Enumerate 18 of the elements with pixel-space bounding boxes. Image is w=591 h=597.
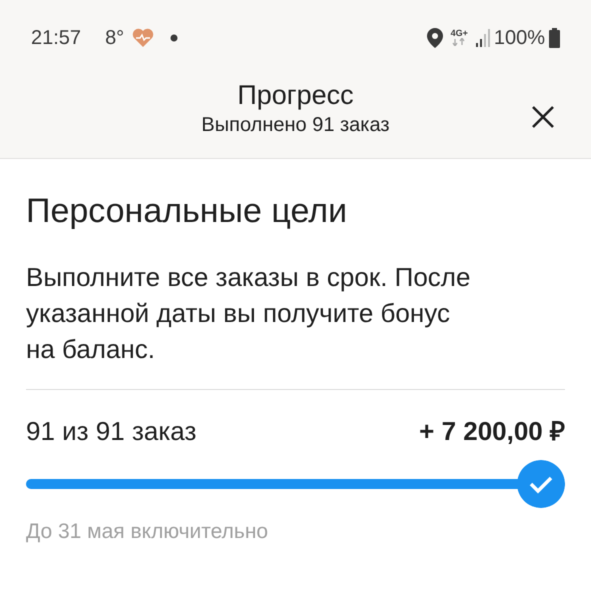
location-icon — [426, 28, 443, 48]
dot-icon — [170, 34, 178, 42]
network-type: 4G+ — [450, 29, 468, 38]
header-title: Прогресс — [237, 79, 354, 111]
battery-percent: 100% — [494, 26, 545, 50]
header-subtitle: Выполнено 91 заказ — [201, 113, 390, 138]
data-arrows-icon — [452, 38, 466, 46]
close-icon — [531, 105, 555, 129]
bonus-amount: + 7 200,00 ₽ — [419, 415, 565, 448]
heart-icon — [132, 28, 154, 48]
status-time: 21:57 — [31, 26, 82, 50]
order-count: 91 из 91 заказ — [26, 415, 196, 448]
signal-icon — [476, 28, 490, 46]
status-temperature: 8° — [105, 26, 124, 50]
goal-description: Выполните все заказы в срок. После указанной даты вы получите бонус на баланс. — [26, 261, 472, 366]
battery-icon — [549, 28, 560, 48]
section-title: Персональные цели — [26, 191, 348, 232]
deadline-note: До 31 мая включительно — [26, 519, 270, 545]
